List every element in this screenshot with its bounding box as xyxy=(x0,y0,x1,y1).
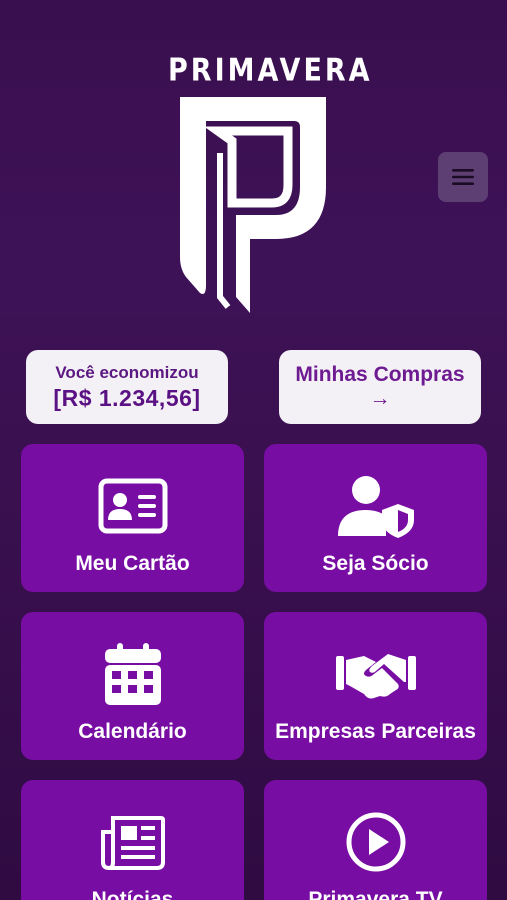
tile-seja-socio[interactable]: Seja Sócio xyxy=(264,444,487,592)
arrow-right-icon: → xyxy=(369,387,391,410)
tile-noticias[interactable]: Notícias xyxy=(21,780,244,900)
newspaper-icon xyxy=(100,816,165,870)
tile-label: Calendário xyxy=(78,720,187,743)
primavera-shield-icon xyxy=(180,97,326,313)
user-shield-icon xyxy=(337,476,414,538)
tile-label: Primavera TV xyxy=(308,888,443,900)
savings-amount: [R$ 1.234,56] xyxy=(53,384,201,411)
savings-card: Você economizou [R$ 1.234,56] xyxy=(26,350,228,424)
brand-logo: PRIMAVERA xyxy=(168,52,373,315)
tile-meu-cartao[interactable]: Meu Cartão xyxy=(21,444,244,592)
brand-name: PRIMAVERA xyxy=(168,52,373,89)
play-circle-icon xyxy=(346,812,405,872)
calendar-icon xyxy=(104,643,161,705)
menu-button[interactable] xyxy=(438,152,488,202)
my-purchases-label: Minhas Compras xyxy=(295,363,465,386)
my-purchases-button[interactable]: Minhas Compras → xyxy=(279,350,481,424)
handshake-icon xyxy=(335,654,416,699)
savings-label: Você economizou xyxy=(55,362,199,382)
tile-calendario[interactable]: Calendário xyxy=(21,612,244,760)
tile-primavera-tv[interactable]: Primavera TV xyxy=(264,780,487,900)
tile-empresas-parceiras[interactable]: Empresas Parceiras xyxy=(264,612,487,760)
tile-label: Empresas Parceiras xyxy=(275,720,476,743)
tile-label: Seja Sócio xyxy=(322,552,429,575)
tile-label: Meu Cartão xyxy=(75,552,190,575)
tile-label: Notícias xyxy=(91,888,174,900)
id-card-icon xyxy=(98,478,167,534)
hamburger-icon xyxy=(452,169,474,185)
